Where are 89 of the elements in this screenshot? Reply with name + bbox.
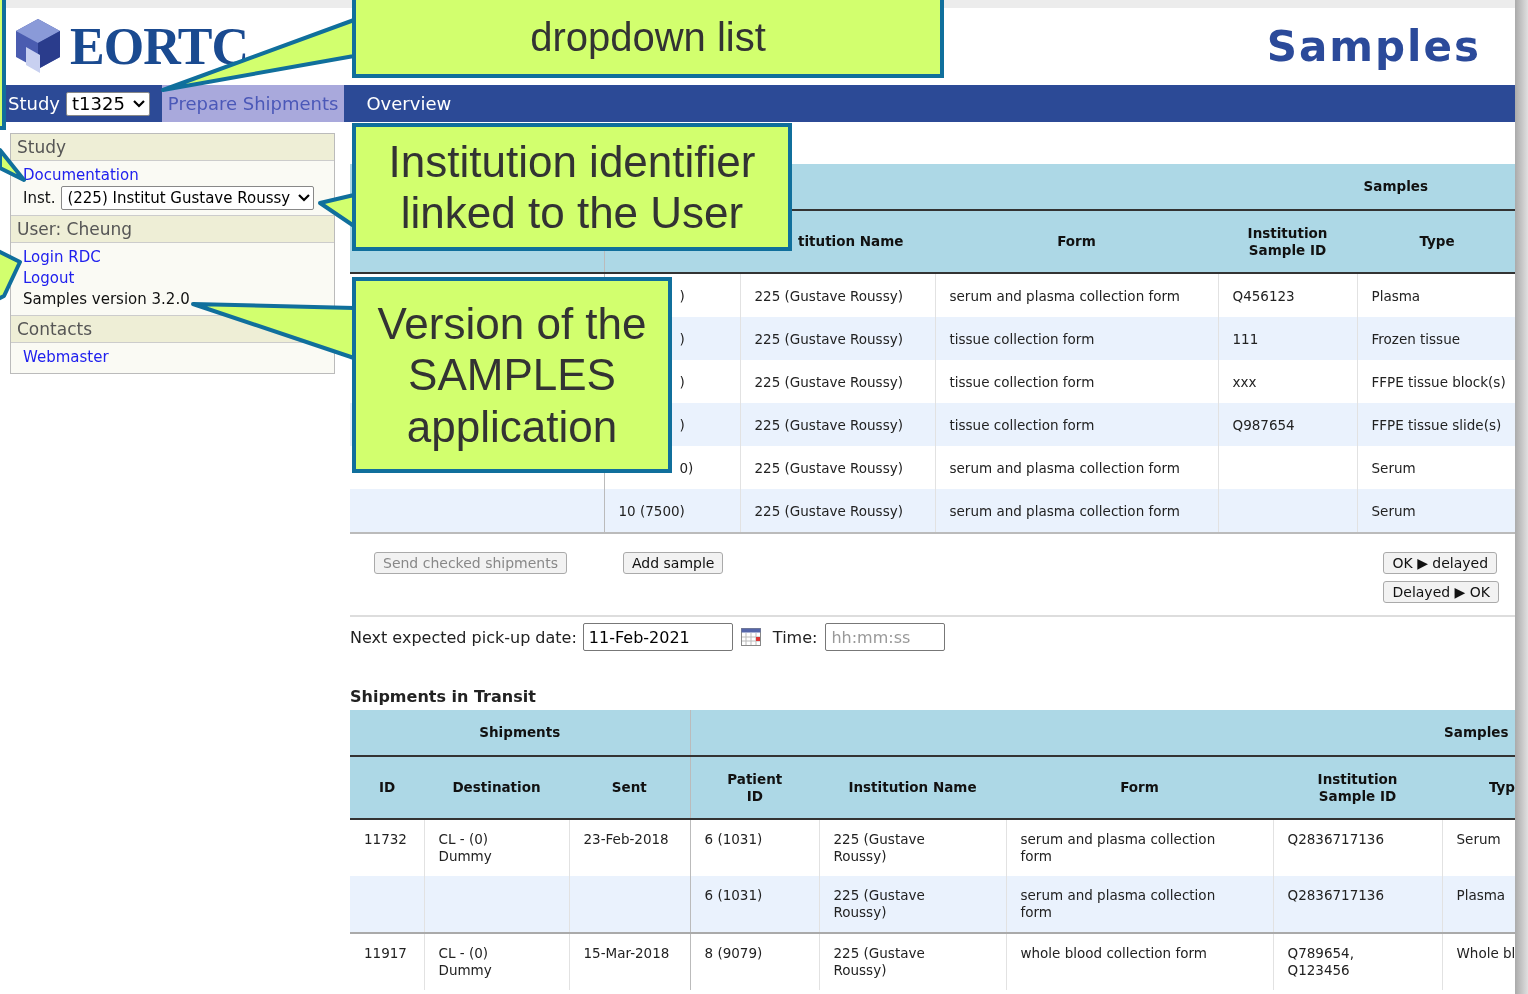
table-cell: 15-Mar-2018 [583,945,670,961]
status-button[interactable]: Delayed ▶ OK [1383,581,1499,603]
study-label: Study [7,93,61,114]
table-cell: 225 (Gustave Roussy) [833,887,925,920]
chevron-down-icon [132,99,145,108]
time-label: Time: [772,627,818,647]
table-cell: 6 (1031) [704,887,763,903]
table-cell: CL - (0) Dummy [438,831,492,864]
group-header: Samples [690,710,1515,756]
table-cell: serum and plasma collection form [1020,831,1216,864]
table-cell: 225 (Gustave Roussy) [754,502,903,519]
institution-select[interactable]: (225) Institut Gustave Roussy [61,186,315,210]
section-title: Shipments in Transit [350,687,537,706]
table-cell: ) [679,330,685,347]
table-cell: tissue collection form [949,373,1095,390]
table-cell: 10 (7500) [618,502,685,519]
action-button[interactable]: Add sample [623,552,724,574]
column-header: Destination [424,756,569,819]
nav-tab[interactable]: Overview [360,85,458,122]
sidebar-link[interactable]: Logout [23,268,75,289]
table-cell: serum and plasma collection form [1020,887,1216,920]
table-cell: Q789654, Q123456 [1287,945,1354,978]
app-title: Samples [1266,22,1481,71]
table-cell: 225 (Gustave Roussy) [754,373,903,390]
table-cell: 225 (Gustave Roussy) [833,945,925,978]
table-cell: Plasma [1456,887,1506,903]
callout-box: Institution identifier linked to the User [352,123,792,251]
column-header: Institution Sample ID [1218,210,1357,273]
column-header: Sent [569,756,690,819]
table-cell: 225 (Gustave Roussy) [754,416,903,433]
table-cell: serum and plasma collection form [949,287,1180,304]
table-cell: serum and plasma collection form [949,459,1180,476]
table-cell: Plasma [1371,287,1421,304]
table-cell: ) [679,416,685,433]
column-header: Institution Name [819,756,1006,819]
table-cell: tissue collection form [949,416,1095,433]
group-header: Shipments [350,710,690,756]
status-button[interactable]: OK ▶ delayed [1383,552,1498,574]
time-input[interactable]: hh:mm:ss [825,623,946,651]
table-cell: 23-Feb-2018 [583,831,669,847]
sidebar-link[interactable]: Login RDC [23,247,101,268]
table-cell: 0) [679,459,694,476]
table-cell: 225 (Gustave Roussy) [754,459,903,476]
table-cell: Serum [1371,459,1416,476]
sidebar-link[interactable]: Documentation [23,165,139,186]
column-header: Type [1357,210,1515,273]
table-cell: 11917 [364,945,407,961]
table-cell: Q2836717136 [1287,831,1385,847]
callout-box: Version of the SAMPLES application [352,277,672,473]
inst-label: Inst. [23,187,56,209]
study-select[interactable]: t1325 [66,91,150,116]
calendar-icon[interactable] [740,628,761,646]
table-cell: Serum [1456,831,1501,847]
chevron-down-icon [298,194,311,202]
table-cell: 6 (1031) [704,831,763,847]
table-cell: 8 (9079) [704,945,763,961]
column-header: ID [350,756,424,819]
pickup-date-label: Next expected pick-up date: [350,627,577,647]
logo-text: EORTC [70,17,249,76]
table-cell: CL - (0) Dummy [438,945,492,978]
table-cell: 225 (Gustave Roussy) [833,831,925,864]
table-cell: ) [679,373,685,390]
sidebar-section-title: User: Cheung [11,215,334,243]
table-cell: Q987654 [1232,416,1295,433]
table-cell: 11732 [364,831,407,847]
table-cell: xxx [1232,373,1257,390]
table-cell: Frozen tissue [1371,330,1460,347]
table-cell: ) [679,287,685,304]
column-header: Institution Sample ID [1273,756,1442,819]
table-cell: 111 [1232,330,1259,347]
table-cell: Whole bl [1456,945,1515,961]
table-cell: Serum [1371,502,1416,519]
column-header: Patient ID [690,756,819,819]
table-cell: serum and plasma collection form [949,502,1180,519]
sidebar-link[interactable]: Webmaster [23,347,109,368]
column-header: Typ [1442,756,1515,819]
table-cell: tissue collection form [949,330,1095,347]
table-cell: whole blood collection form [1020,945,1207,961]
date-input[interactable]: 11-Feb-2021 [582,623,733,651]
table-cell: Q456123 [1232,287,1295,304]
table-cell: 225 (Gustave Roussy) [754,330,903,347]
table-cell: FFPE tissue block(s) [1371,373,1506,390]
column-header: Form [1006,756,1273,819]
version-text: Samples version 3.2.0 [23,289,190,310]
sidebar-section-title: Study [11,134,334,161]
column-header: Form [935,210,1218,273]
table-cell: 225 (Gustave Roussy) [754,287,903,304]
table-cell: Q2836717136 [1287,887,1385,903]
table-cell: FFPE tissue slide(s) [1371,416,1502,433]
